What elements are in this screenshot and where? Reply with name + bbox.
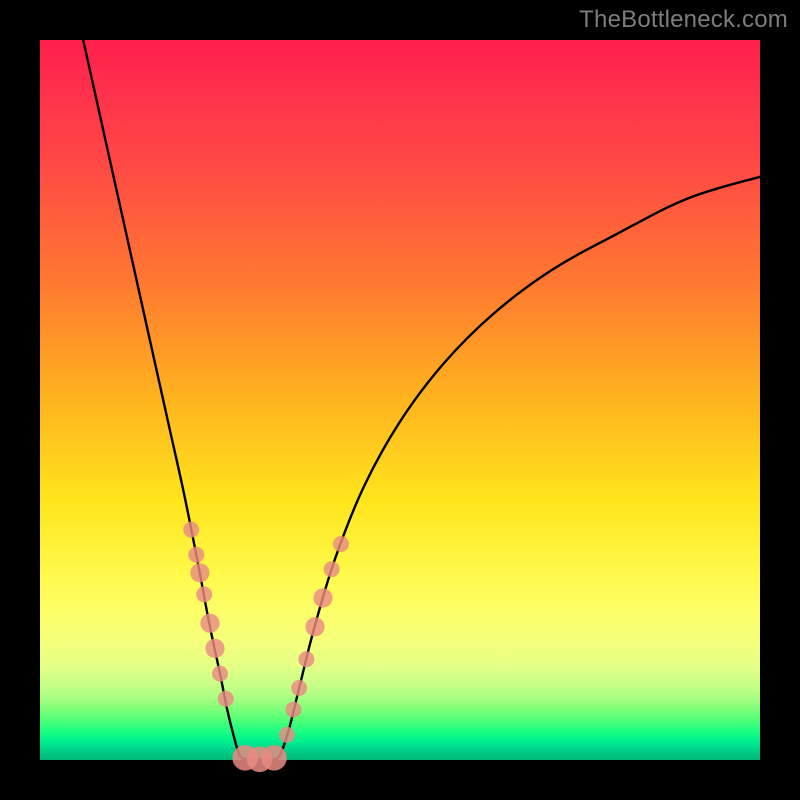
data-marker	[200, 614, 219, 633]
data-marker	[261, 745, 287, 771]
data-marker	[298, 651, 314, 667]
chart-frame: TheBottleneck.com	[0, 0, 800, 800]
data-marker	[313, 588, 332, 607]
data-marker	[196, 586, 212, 602]
data-marker	[212, 666, 228, 682]
data-marker	[205, 639, 224, 658]
data-marker	[188, 547, 204, 563]
data-marker	[285, 702, 301, 718]
data-marker	[305, 617, 324, 636]
data-marker	[183, 522, 199, 538]
data-marker	[190, 563, 209, 582]
data-marker	[324, 561, 340, 577]
bottleneck-curve	[83, 40, 760, 759]
data-marker	[291, 680, 307, 696]
data-marker	[333, 536, 349, 552]
marker-group	[183, 522, 349, 772]
plot-area	[40, 40, 760, 760]
watermark-text: TheBottleneck.com	[579, 6, 788, 34]
data-marker	[279, 727, 295, 743]
curve-svg	[40, 40, 760, 760]
data-marker	[218, 691, 234, 707]
